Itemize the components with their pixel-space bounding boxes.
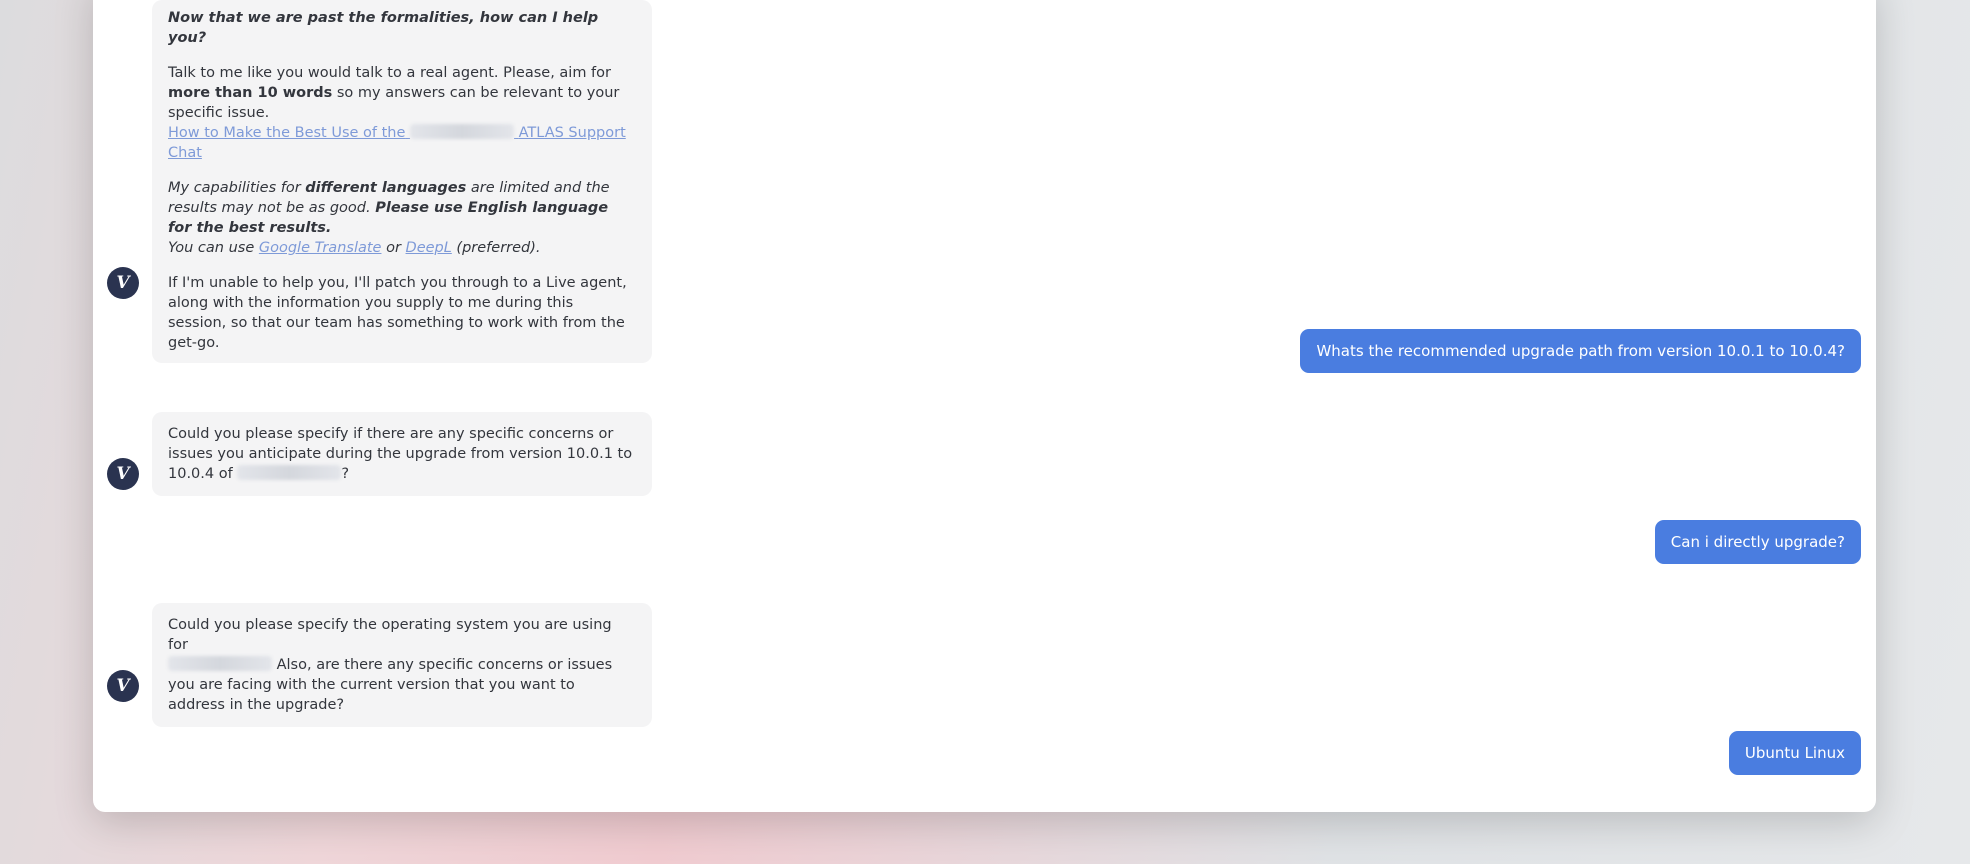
bot-message: Could you please specify the operating s… [152,603,652,727]
best-use-guide-link[interactable]: How to Make the Best Use of the ATLAS Su… [168,124,626,161]
bot-message: Could you please specify if there are an… [152,412,652,496]
redacted-product-name [237,465,342,480]
welcome-words-tip: Talk to me like you would talk to a real… [168,65,626,161]
bot-avatar-icon: V [107,458,139,490]
redacted-product-name [410,124,515,139]
user-message: Ubuntu Linux [1728,731,1861,775]
bot-avatar-icon: V [107,670,139,702]
welcome-intro: Now that we are past the formalities, ho… [168,10,599,46]
google-translate-link[interactable]: Google Translate [259,240,382,256]
redacted-product-name [168,656,272,671]
user-message: Whats the recommended upgrade path from … [1300,329,1861,373]
welcome-language-note: My capabilities for different languages … [168,180,610,256]
user-message: Can i directly upgrade? [1654,520,1861,564]
welcome-live-agent-note: If I'm unable to help you, I'll patch yo… [168,275,627,351]
bot-message-welcome: Now that we are past the formalities, ho… [152,0,652,363]
deepl-link[interactable]: DeepL [406,240,452,256]
bot-avatar-icon: V [107,267,139,299]
